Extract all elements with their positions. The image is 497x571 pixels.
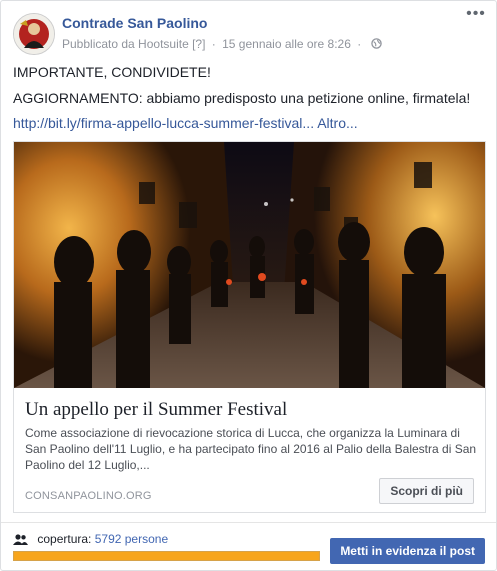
info-mark[interactable]: [?] [192,37,205,51]
globe-icon[interactable] [370,38,382,52]
post-line-1: IMPORTANTE, CONDIVIDETE! [13,64,211,80]
link-preview[interactable]: Un appello per il Summer Festival Come a… [13,141,486,513]
post-timestamp[interactable]: 15 gennaio alle ore 8:26 [222,37,351,51]
people-icon [13,534,28,548]
avatar-image [14,14,54,54]
learn-more-button[interactable]: Scopri di più [379,478,474,504]
preview-image[interactable] [14,142,485,388]
post-line-3: http://bit.ly/firma-appello-lucca-summer… [13,114,358,133]
published-via: Pubblicato da Hootsuite [62,37,189,51]
boost-post-button[interactable]: Metti in evidenza il post [330,538,485,564]
post-line-2: AGGIORNAMENTO: abbiamo predisposto una p… [13,90,471,106]
see-more-link[interactable]: Altro... [317,115,357,131]
meta-separator: · [211,37,216,51]
ellipsis-icon[interactable]: ••• [466,6,486,25]
reach-progress-bar [13,551,320,561]
preview-title[interactable]: Un appello per il Summer Festival [25,399,287,421]
reach-value[interactable]: 5792 persone [95,532,168,546]
page-avatar[interactable] [13,13,55,55]
preview-description: Come associazione di rievocazione storic… [25,426,477,472]
post-card: Contrade San Paolino Pubblicato da Hoots… [0,0,497,571]
post-meta: Pubblicato da Hootsuite [?] · 15 gennaio… [62,37,382,52]
reach-progress-fill [14,552,319,560]
preview-domain: CONSANPAOLINO.ORG [25,490,152,502]
reach-label: copertura: [37,532,92,546]
reach-summary: copertura: 5792 persone [13,532,168,548]
meta-separator-2: · [357,37,362,51]
page-name-link[interactable]: Contrade San Paolino [62,15,207,31]
post-link[interactable]: http://bit.ly/firma-appello-lucca-summer… [13,115,314,131]
footer-divider [1,522,496,523]
